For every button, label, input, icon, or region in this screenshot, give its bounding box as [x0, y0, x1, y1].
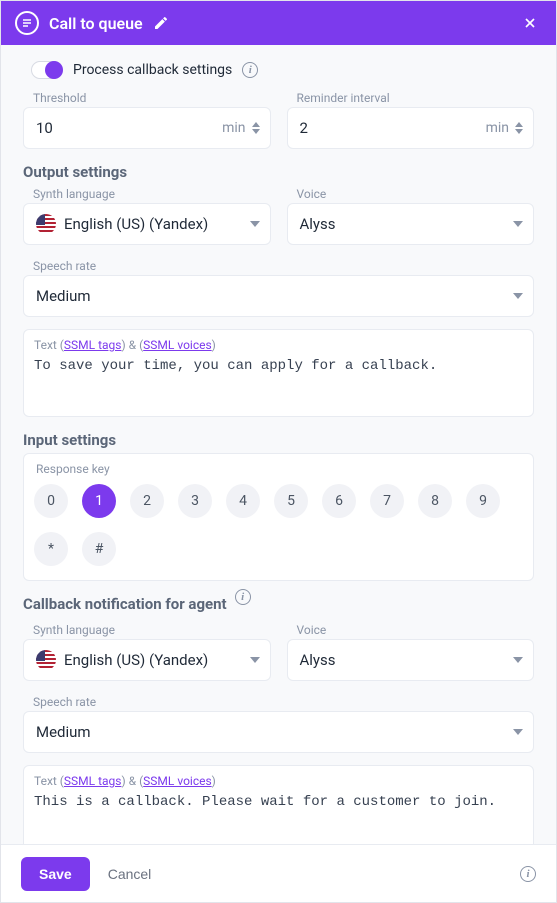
chevron-down-icon — [250, 657, 260, 663]
callback-rate-label: Speech rate — [33, 695, 534, 709]
output-voice-label: Voice — [297, 187, 535, 201]
threshold-input[interactable]: 10 min — [23, 107, 271, 149]
key-7[interactable]: 7 — [370, 484, 404, 518]
callback-voice-select[interactable]: Alyss — [287, 639, 535, 681]
cancel-button[interactable]: Cancel — [108, 866, 152, 882]
callback-synth-value: English (US) (Yandex) — [64, 651, 250, 669]
process-callback-row: Process callback settings i — [31, 61, 534, 79]
callback-section-title: Callback notification for agent — [23, 595, 227, 613]
chevron-down-icon — [250, 221, 260, 227]
callback-synth-label: Synth language — [33, 623, 271, 637]
save-button[interactable]: Save — [21, 857, 90, 891]
ssml-tags-link[interactable]: SSML tags — [64, 338, 122, 352]
output-voice-value: Alyss — [300, 215, 514, 233]
threshold-step-down[interactable] — [252, 129, 260, 134]
threshold-unit: min — [222, 120, 245, 136]
info-icon[interactable]: i — [520, 866, 536, 882]
key-2[interactable]: 2 — [130, 484, 164, 518]
output-rate-label: Speech rate — [33, 259, 534, 273]
output-rate-value: Medium — [36, 287, 513, 305]
key-9[interactable]: 9 — [466, 484, 500, 518]
callback-text-hint: Text (SSML tags) & (SSML voices) — [34, 774, 523, 788]
response-key-label: Response key — [36, 462, 523, 476]
panel-footer: Save Cancel i — [1, 844, 556, 902]
key-0[interactable]: 0 — [34, 484, 68, 518]
key-5[interactable]: 5 — [274, 484, 308, 518]
key-1[interactable]: 1 — [82, 484, 116, 518]
chevron-down-icon — [513, 293, 523, 299]
reminder-value: 2 — [300, 119, 486, 137]
hint-text: ) — [212, 338, 216, 352]
panel-header: Call to queue — [1, 1, 556, 45]
callback-rate-select[interactable]: Medium — [23, 711, 534, 753]
reminder-label: Reminder interval — [297, 91, 535, 105]
close-button[interactable] — [518, 11, 542, 35]
reminder-input[interactable]: 2 min — [287, 107, 535, 149]
reminder-step-up[interactable] — [515, 122, 523, 127]
keypad: 0123456789 * # — [34, 484, 523, 566]
hint-text: ) & ( — [121, 774, 143, 788]
flag-us-icon — [36, 650, 56, 670]
ssml-voices-link[interactable]: SSML voices — [143, 774, 212, 788]
chevron-down-icon — [513, 729, 523, 735]
output-text-content[interactable]: To save your time, you can apply for a c… — [34, 358, 523, 406]
callback-rate-value: Medium — [36, 723, 513, 741]
callback-voice-value: Alyss — [300, 651, 514, 669]
key-#[interactable]: # — [82, 532, 116, 566]
reminder-step-down[interactable] — [515, 129, 523, 134]
input-section-title: Input settings — [23, 431, 534, 449]
hint-text: Text ( — [34, 774, 64, 788]
panel-title: Call to queue — [49, 14, 143, 33]
threshold-value: 10 — [36, 119, 222, 137]
key-*[interactable]: * — [34, 532, 68, 566]
output-text-hint: Text (SSML tags) & (SSML voices) — [34, 338, 523, 352]
key-6[interactable]: 6 — [322, 484, 356, 518]
output-synth-select[interactable]: English (US) (Yandex) — [23, 203, 271, 245]
hint-text: ) & ( — [121, 338, 143, 352]
output-voice-select[interactable]: Alyss — [287, 203, 535, 245]
key-8[interactable]: 8 — [418, 484, 452, 518]
hint-text: Text ( — [34, 338, 64, 352]
callback-text-area[interactable]: Text (SSML tags) & (SSML voices) This is… — [23, 765, 534, 844]
response-key-box: Response key 0123456789 * # — [23, 453, 534, 581]
process-callback-label: Process callback settings — [73, 62, 232, 78]
flag-us-icon — [36, 214, 56, 234]
toggle-knob — [45, 61, 63, 79]
callback-voice-label: Voice — [297, 623, 535, 637]
threshold-label: Threshold — [33, 91, 271, 105]
output-synth-value: English (US) (Yandex) — [64, 215, 250, 233]
hint-text: ) — [212, 774, 216, 788]
info-icon[interactable]: i — [242, 62, 258, 78]
threshold-step-up[interactable] — [252, 122, 260, 127]
key-3[interactable]: 3 — [178, 484, 212, 518]
edit-title-button[interactable] — [153, 15, 169, 31]
ssml-tags-link[interactable]: SSML tags — [64, 774, 122, 788]
queue-icon — [15, 11, 39, 35]
callback-text-content[interactable]: This is a callback. Please wait for a cu… — [34, 794, 523, 842]
output-text-area[interactable]: Text (SSML tags) & (SSML voices) To save… — [23, 329, 534, 417]
key-4[interactable]: 4 — [226, 484, 260, 518]
reminder-unit: min — [486, 120, 509, 136]
panel-body: Process callback settings i Threshold 10… — [1, 45, 556, 844]
callback-synth-select[interactable]: English (US) (Yandex) — [23, 639, 271, 681]
chevron-down-icon — [513, 221, 523, 227]
output-section-title: Output settings — [23, 163, 534, 181]
output-rate-select[interactable]: Medium — [23, 275, 534, 317]
output-synth-label: Synth language — [33, 187, 271, 201]
ssml-voices-link[interactable]: SSML voices — [143, 338, 212, 352]
process-callback-toggle[interactable] — [31, 61, 63, 79]
info-icon[interactable]: i — [235, 589, 251, 605]
chevron-down-icon — [513, 657, 523, 663]
